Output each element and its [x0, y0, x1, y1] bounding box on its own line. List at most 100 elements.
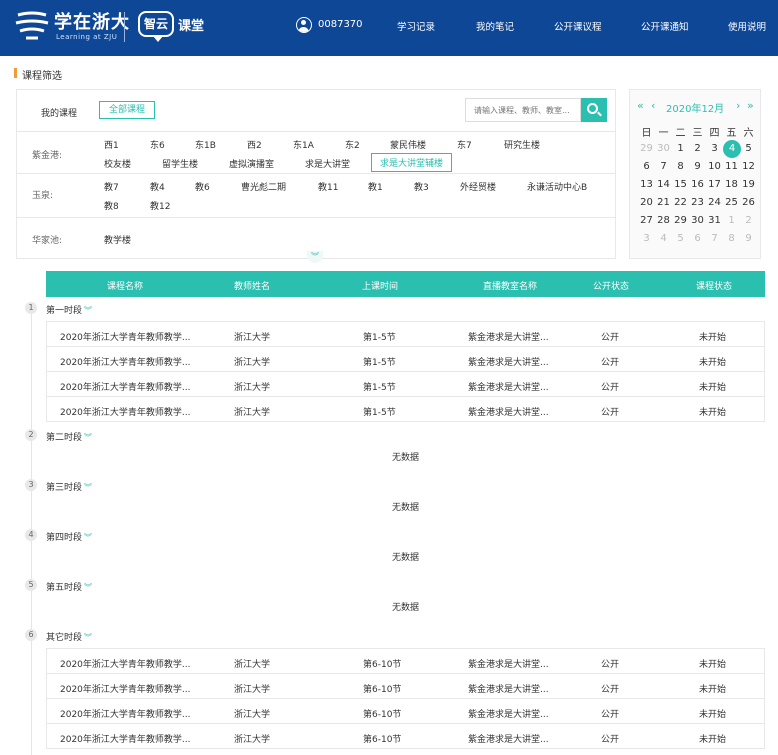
building-item[interactable]: 教1 [368, 180, 383, 193]
calendar-day[interactable]: 14 [655, 176, 672, 194]
segment-label[interactable]: 第二时段 ︾ [46, 430, 92, 443]
nav-study-record[interactable]: 学习记录 [397, 19, 435, 33]
segment-label[interactable]: 第三时段 ︾ [46, 480, 92, 493]
calendar-day[interactable]: 7 [655, 158, 672, 176]
chevron-down-icon[interactable]: ︾ [84, 483, 92, 492]
building-item[interactable]: 外经贸楼 [460, 180, 496, 193]
nav-my-notes[interactable]: 我的笔记 [476, 19, 514, 33]
calendar-day[interactable]: 30 [689, 212, 706, 230]
chevron-down-icon[interactable]: ︾ [84, 433, 92, 442]
nav-open-course-agenda[interactable]: 公开课议程 [554, 19, 602, 33]
collapse-chevron-icon[interactable]: ︾ [307, 251, 323, 263]
table-row[interactable]: 2020年浙江大学青年教师教学... 浙江大学 第6-10节 紫金港求是大讲堂... 公… [46, 723, 765, 749]
building-item[interactable]: 教7 [104, 180, 119, 193]
calendar-day[interactable]: 7 [706, 230, 723, 248]
calendar-day[interactable]: 26 [740, 194, 757, 212]
building-item[interactable]: 永谦活动中心B [527, 180, 587, 193]
calendar-day[interactable]: 27 [638, 212, 655, 230]
building-item[interactable]: 东6 [150, 138, 165, 151]
building-item[interactable]: 教学楼 [104, 233, 131, 246]
calendar-day[interactable]: 8 [672, 158, 689, 176]
calendar-day[interactable]: 13 [638, 176, 655, 194]
segment-label[interactable]: 第四时段 ︾ [46, 530, 92, 543]
building-item[interactable]: 曹光彪二期 [241, 180, 286, 193]
my-course-filter[interactable]: 我的课程 [41, 106, 77, 119]
table-row[interactable]: 2020年浙江大学青年教师教学... 浙江大学 第1-5节 紫金港求是大讲堂... 公开… [46, 346, 765, 372]
building-item[interactable]: 教6 [195, 180, 210, 193]
building-item[interactable]: 教11 [318, 180, 338, 193]
calendar-day[interactable]: 15 [672, 176, 689, 194]
calendar-day[interactable]: 1 [723, 212, 740, 230]
calendar-day[interactable]: 4 [655, 230, 672, 248]
segment-label[interactable]: 其它时段 ︾ [46, 630, 92, 643]
building-item[interactable]: 校友楼 [104, 157, 131, 170]
building-item[interactable]: 西2 [247, 138, 262, 151]
chevron-down-icon[interactable]: ︾ [84, 583, 92, 592]
building-item[interactable]: 虚拟演播室 [229, 157, 274, 170]
calendar-day[interactable]: 9 [740, 230, 757, 248]
calendar-day[interactable]: 12 [740, 158, 757, 176]
chevron-down-icon[interactable]: ︾ [84, 633, 92, 642]
all-course-button[interactable]: 全部课程 [99, 101, 155, 119]
calendar-day[interactable]: 16 [689, 176, 706, 194]
calendar-day[interactable]: 3 [638, 230, 655, 248]
calendar-day[interactable]: 24 [706, 194, 723, 212]
prev-year-icon[interactable]: « [637, 99, 644, 112]
building-item[interactable]: 东7 [457, 138, 472, 151]
chevron-down-icon[interactable]: ︾ [84, 306, 92, 315]
calendar-day[interactable]: 23 [689, 194, 706, 212]
calendar-day[interactable]: 17 [706, 176, 723, 194]
calendar-day[interactable]: 8 [723, 230, 740, 248]
calendar-day[interactable]: 29 [672, 212, 689, 230]
table-row[interactable]: 2020年浙江大学青年教师教学... 浙江大学 第1-5节 紫金港求是大讲堂... 公开… [46, 396, 765, 422]
building-item[interactable]: 东1B [195, 138, 216, 151]
calendar-day[interactable]: 30 [655, 140, 672, 158]
calendar-day[interactable]: 5 [740, 140, 757, 158]
chevron-down-icon[interactable]: ︾ [84, 533, 92, 542]
table-row[interactable]: 2020年浙江大学青年教师教学... 浙江大学 第6-10节 紫金港求是大讲堂... 公… [46, 673, 765, 699]
nav-open-course-notice[interactable]: 公开课通知 [641, 19, 689, 33]
user-id[interactable]: 0087370 [318, 19, 363, 30]
search-button[interactable] [581, 98, 607, 122]
calendar-day[interactable]: 19 [740, 176, 757, 194]
calendar-day[interactable]: 5 [672, 230, 689, 248]
building-item[interactable]: 教8 [104, 199, 119, 212]
building-item[interactable]: 西1 [104, 138, 119, 151]
search-input[interactable] [465, 98, 581, 122]
table-row[interactable]: 2020年浙江大学青年教师教学... 浙江大学 第1-5节 紫金港求是大讲堂... 公开… [46, 371, 765, 397]
building-item[interactable]: 留学生楼 [162, 157, 198, 170]
segment-label[interactable]: 第一时段 ︾ [46, 303, 92, 316]
table-row[interactable]: 2020年浙江大学青年教师教学... 浙江大学 第6-10节 紫金港求是大讲堂... 公… [46, 648, 765, 674]
calendar-day[interactable]: 10 [706, 158, 723, 176]
calendar-day[interactable]: 22 [672, 194, 689, 212]
segment-label[interactable]: 第五时段 ︾ [46, 580, 92, 593]
calendar-day[interactable]: 1 [672, 140, 689, 158]
calendar-day[interactable]: 28 [655, 212, 672, 230]
nav-usage-guide[interactable]: 使用说明 [728, 19, 766, 33]
calendar-day-selected[interactable]: 4 [723, 140, 741, 158]
calendar-day[interactable]: 29 [638, 140, 655, 158]
next-month-icon[interactable]: › [736, 99, 740, 112]
calendar-day[interactable]: 20 [638, 194, 655, 212]
building-item[interactable]: 蒙民伟楼 [390, 138, 426, 151]
calendar-day[interactable]: 11 [723, 158, 740, 176]
calendar-day[interactable]: 6 [638, 158, 655, 176]
prev-month-icon[interactable]: ‹ [651, 99, 655, 112]
building-item-selected[interactable]: 求是大讲堂辅楼 [371, 153, 453, 172]
user-avatar-icon[interactable] [296, 17, 312, 33]
calendar-day[interactable]: 6 [689, 230, 706, 248]
table-row[interactable]: 2020年浙江大学青年教师教学... 浙江大学 第1-5节 紫金港求是大讲堂... 公开… [46, 321, 765, 347]
calendar-day[interactable]: 21 [655, 194, 672, 212]
calendar-day[interactable]: 9 [689, 158, 706, 176]
table-row[interactable]: 2020年浙江大学青年教师教学... 浙江大学 第6-10节 紫金港求是大讲堂... 公… [46, 698, 765, 724]
calendar-day[interactable]: 3 [706, 140, 723, 158]
calendar-day[interactable]: 2 [689, 140, 706, 158]
calendar-day[interactable]: 31 [706, 212, 723, 230]
building-item[interactable]: 教4 [150, 180, 165, 193]
building-item[interactable]: 教3 [414, 180, 429, 193]
calendar-day[interactable]: 25 [723, 194, 740, 212]
calendar-day[interactable]: 18 [723, 176, 740, 194]
building-item[interactable]: 东1A [293, 138, 314, 151]
building-item[interactable]: 研究生楼 [504, 138, 540, 151]
building-item[interactable]: 东2 [345, 138, 360, 151]
